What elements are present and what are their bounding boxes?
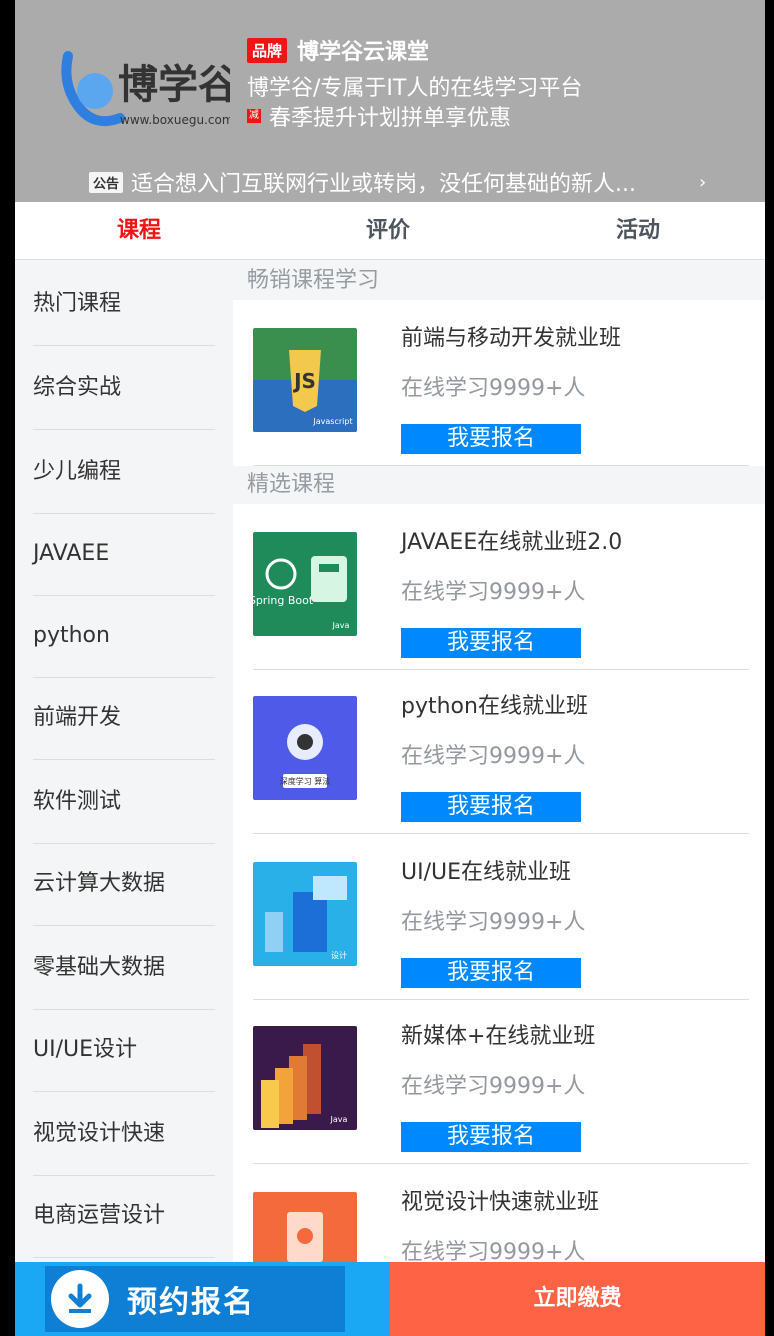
course-thumbnail: 设计 bbox=[253, 862, 357, 966]
course-learner-count: 在线学习9999+人 bbox=[401, 744, 586, 769]
pay-now-button[interactable]: 立即缴费 bbox=[390, 1262, 765, 1336]
tab-bar: 课程 评价 活动 bbox=[15, 202, 765, 260]
course-name: 前端与移动开发就业班 bbox=[401, 326, 622, 351]
notice-bar[interactable]: 公告 适合想入门互联网行业或转岗，没任何基础的新人... › bbox=[89, 166, 749, 198]
chevron-right-icon: › bbox=[699, 171, 707, 193]
course-name: 视觉设计快速就业班 bbox=[401, 1190, 600, 1215]
section-title-bestsellers: 畅销课程学习 bbox=[247, 268, 380, 293]
sidebar-item-ecommerce[interactable]: 电商运营设计 bbox=[33, 1174, 215, 1258]
boxuegu-logo: 博学谷 www.boxuegu.com bbox=[60, 36, 238, 133]
section-title-featured: 精选课程 bbox=[247, 472, 336, 497]
svg-text:Java: Java bbox=[330, 1115, 348, 1124]
course-thumbnail: Spring Boot Java bbox=[253, 532, 357, 636]
enroll-button[interactable]: 我要报名 bbox=[401, 792, 581, 822]
sidebar-item-javaee[interactable]: JAVAEE bbox=[33, 512, 215, 596]
course-card[interactable]: 深度学习 算法 python在线就业班 在线学习9999+人 我要报名 bbox=[253, 668, 749, 834]
enroll-button[interactable]: 我要报名 bbox=[401, 1122, 581, 1152]
discount-icon: 减 bbox=[247, 109, 261, 123]
course-card[interactable]: Java 新媒体+在线就业班 在线学习9999+人 我要报名 bbox=[253, 998, 749, 1164]
bottom-action-bar: 预约报名 立即缴费 bbox=[15, 1262, 765, 1336]
sidebar-item-cloud[interactable]: 云计算大数据 bbox=[33, 842, 215, 926]
course-card[interactable]: Spring Boot Java JAVAEE在线就业班2.0 在线学习9999… bbox=[253, 504, 749, 670]
app-root: 博学谷 www.boxuegu.com 品牌 博学谷云课堂 博学谷/专属于IT人… bbox=[15, 0, 765, 1336]
sidebar-item-hot[interactable]: 热门课程 bbox=[33, 262, 215, 346]
svg-text:JS: JS bbox=[292, 369, 316, 393]
enroll-button[interactable]: 我要报名 bbox=[401, 958, 581, 988]
svg-text:Spring Boot: Spring Boot bbox=[253, 594, 314, 607]
course-learner-count: 在线学习9999+人 bbox=[401, 580, 586, 605]
course-card[interactable]: 设计 UI/UE在线就业班 在线学习9999+人 我要报名 bbox=[253, 834, 749, 1000]
course-card[interactable]: JS Javascript 前端与移动开发就业班 在线学习9999+人 我要报名 bbox=[253, 300, 749, 466]
sidebar-item-uiue[interactable]: UI/UE设计 bbox=[33, 1008, 215, 1092]
notice-badge: 公告 bbox=[89, 171, 124, 193]
enroll-button[interactable]: 我要报名 bbox=[401, 424, 581, 454]
svg-text:设计: 设计 bbox=[331, 950, 347, 960]
sidebar-item-practice[interactable]: 综合实战 bbox=[33, 346, 215, 430]
reserve-label: 预约报名 bbox=[127, 1285, 255, 1320]
enroll-button[interactable]: 我要报名 bbox=[401, 628, 581, 658]
brand-row: 品牌 博学谷云课堂 bbox=[247, 36, 430, 65]
notice-text: 适合想入门互联网行业或转岗，没任何基础的新人... bbox=[131, 172, 636, 197]
tab-course[interactable]: 课程 bbox=[117, 202, 161, 260]
course-learner-count: 在线学习9999+人 bbox=[401, 1074, 586, 1099]
svg-text:Java: Java bbox=[332, 621, 350, 630]
reserve-banner: 预约报名 bbox=[45, 1266, 345, 1332]
shop-header: 博学谷 www.boxuegu.com 品牌 博学谷云课堂 博学谷/专属于IT人… bbox=[15, 0, 765, 202]
brand-title: 博学谷云课堂 bbox=[297, 40, 430, 65]
shop-subtitle: 博学谷/专属于IT人的在线学习平台 bbox=[247, 76, 583, 101]
course-thumbnail: Java bbox=[253, 1026, 357, 1130]
course-name: JAVAEE在线就业班2.0 bbox=[401, 530, 623, 555]
tab-review[interactable]: 评价 bbox=[366, 202, 410, 260]
course-name: UI/UE在线就业班 bbox=[401, 860, 572, 885]
sidebar-item-testing[interactable]: 软件测试 bbox=[33, 760, 215, 844]
course-name: python在线就业班 bbox=[401, 694, 588, 719]
sidebar-item-python[interactable]: python bbox=[33, 594, 215, 678]
download-arrow-icon bbox=[51, 1270, 109, 1328]
svg-text:深度学习 算法: 深度学习 算法 bbox=[280, 776, 331, 786]
brand-badge: 品牌 bbox=[247, 37, 288, 63]
sidebar-item-bigdata[interactable]: 零基础大数据 bbox=[33, 926, 215, 1010]
promo-row[interactable]: 减 春季提升计划拼单享优惠 bbox=[247, 100, 511, 132]
sidebar-item-frontend[interactable]: 前端开发 bbox=[33, 676, 215, 760]
tab-activity[interactable]: 活动 bbox=[616, 202, 660, 260]
logo-url: www.boxuegu.com bbox=[120, 113, 230, 127]
course-thumbnail: 深度学习 算法 bbox=[253, 696, 357, 800]
svg-text:Javascript: Javascript bbox=[312, 417, 352, 426]
sidebar-item-visual[interactable]: 视觉设计快速 bbox=[33, 1092, 215, 1176]
course-learner-count: 在线学习9999+人 bbox=[401, 910, 586, 935]
course-thumbnail: JS Javascript bbox=[253, 328, 357, 432]
reserve-button[interactable]: 预约报名 bbox=[15, 1262, 390, 1336]
logo-text: 博学谷 bbox=[118, 62, 230, 108]
sidebar-item-kids[interactable]: 少儿编程 bbox=[33, 430, 215, 514]
course-learner-count: 在线学习9999+人 bbox=[401, 376, 586, 401]
course-name: 新媒体+在线就业班 bbox=[401, 1024, 596, 1049]
promo-text: 春季提升计划拼单享优惠 bbox=[269, 106, 512, 131]
category-sidebar: 热门课程 综合实战 少儿编程 JAVAEE python 前端开发 软件测试 云… bbox=[15, 262, 233, 1262]
